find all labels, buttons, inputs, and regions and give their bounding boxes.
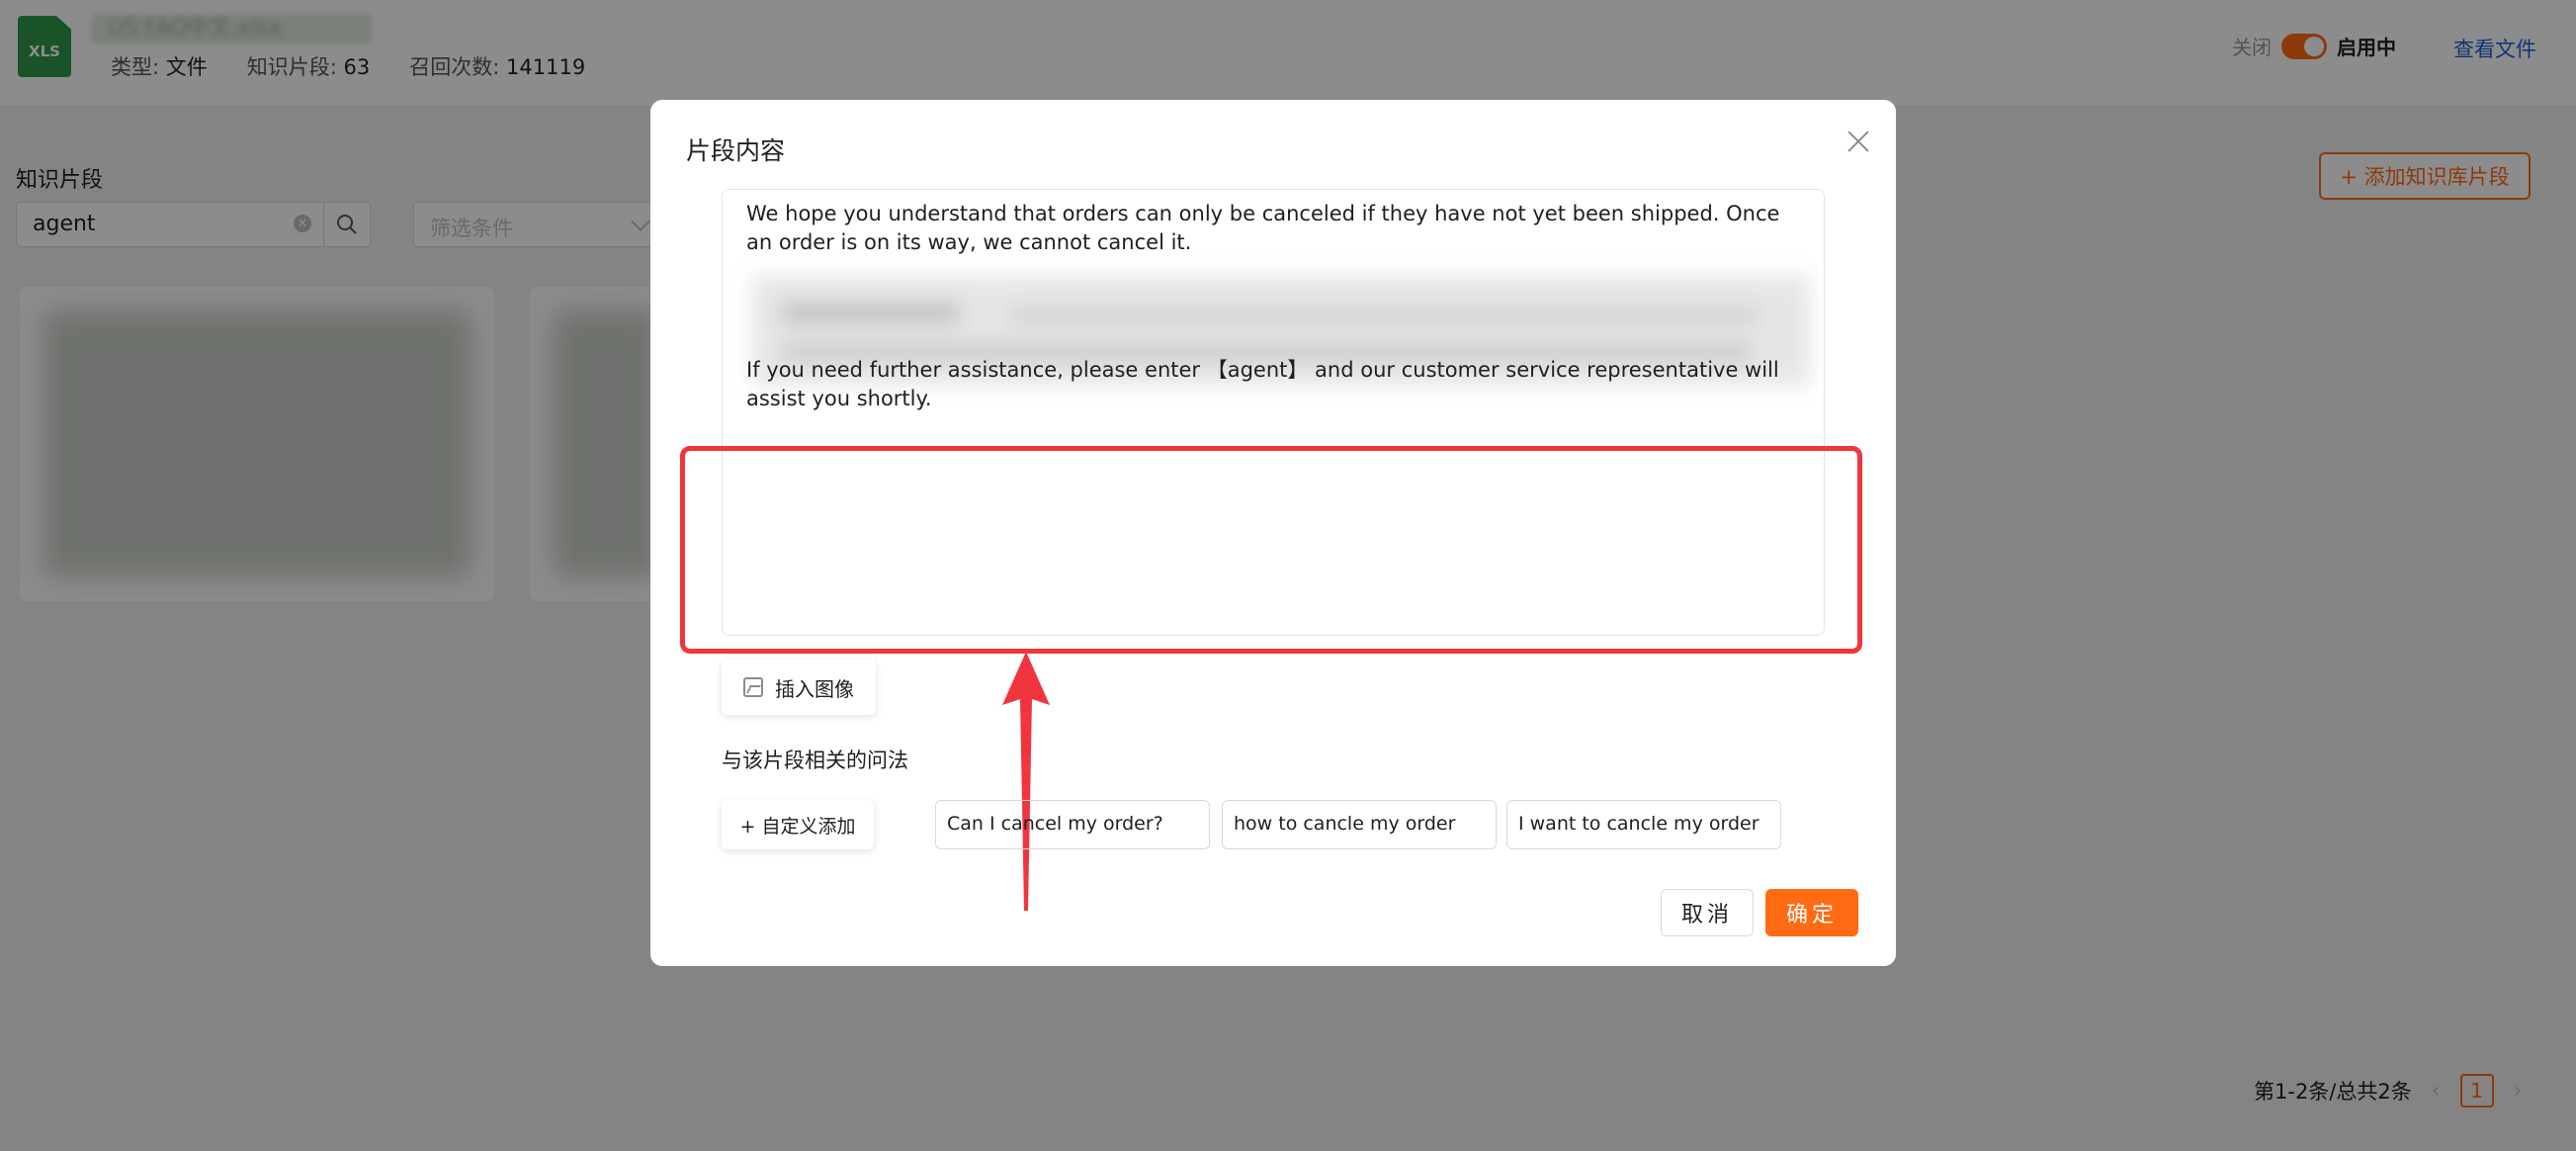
related-questions-title: 与该片段相关的问法	[722, 749, 908, 772]
ok-button[interactable]: 确定	[1765, 889, 1858, 936]
question-input[interactable]: Can I cancel my order?	[935, 800, 1210, 849]
image-icon	[743, 677, 763, 697]
insert-image-button[interactable]: 插入图像	[722, 660, 876, 715]
close-icon[interactable]	[1841, 124, 1876, 159]
highlight-box	[680, 446, 1862, 654]
fragment-modal: 片段内容 We hope you understand that orders …	[650, 100, 1896, 966]
content-paragraph: We hope you understand that orders can o…	[746, 202, 1780, 254]
modal-title: 片段内容	[686, 136, 786, 165]
content-paragraph: If you need further assistance, please e…	[746, 358, 1779, 410]
cancel-button[interactable]: 取消	[1661, 889, 1754, 936]
arrow-up-icon	[1002, 652, 1050, 911]
question-input[interactable]: how to cancle my order	[1222, 800, 1497, 849]
custom-add-button[interactable]: + 自定义添加	[722, 800, 874, 849]
insert-image-label: 插入图像	[775, 676, 854, 701]
question-input[interactable]: I want to cancle my order	[1506, 800, 1781, 849]
